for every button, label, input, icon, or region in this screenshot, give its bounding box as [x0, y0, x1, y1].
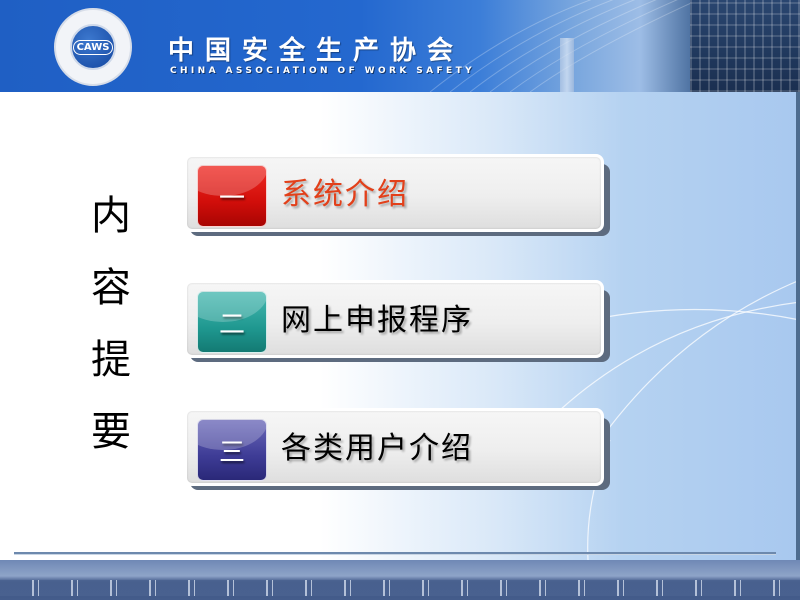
- vertical-title-char: 内: [91, 193, 131, 239]
- number-badge-3: 三: [197, 419, 267, 481]
- card: 三 各类用户介绍: [184, 408, 604, 486]
- menu-item-user-types[interactable]: 三 各类用户介绍: [184, 408, 610, 490]
- logo-emblem: CAWS: [70, 24, 116, 70]
- footer-tile-pattern: [0, 580, 800, 596]
- card: 二 网上申报程序: [184, 280, 604, 358]
- chimney-image: [560, 38, 574, 92]
- caws-logo: CAWS: [54, 8, 132, 86]
- vertical-title-char: 要: [91, 409, 131, 455]
- menu-item-label: 系统介绍: [281, 177, 409, 212]
- vertical-title-char: 容: [91, 265, 131, 311]
- footer-banner: [0, 560, 800, 600]
- org-name-cn: 中国安全生产协会: [168, 36, 465, 66]
- menu-item-online-declaration[interactable]: 二 网上申报程序: [184, 280, 610, 362]
- card: 一 系统介绍: [184, 154, 604, 232]
- menu-item-label: 各类用户介绍: [281, 431, 473, 466]
- vertical-title: 内 容 提 要: [86, 180, 136, 468]
- logo-text: CAWS: [72, 39, 114, 55]
- right-edge-strip: [796, 92, 800, 562]
- menu-item-system-intro[interactable]: 一 系统介绍: [184, 154, 610, 236]
- number-badge-2: 二: [197, 291, 267, 353]
- number-badge-1: 一: [197, 165, 267, 227]
- vertical-title-char: 提: [91, 337, 131, 383]
- org-name-en: CHINA ASSOCIATION OF WORK SAFETY: [170, 66, 476, 76]
- header-banner: CAWS 中国安全生产协会 CHINA ASSOCIATION OF WORK …: [0, 0, 800, 92]
- footer-divider: [14, 552, 776, 555]
- industrial-tower-image: [690, 0, 800, 92]
- menu-item-label: 网上申报程序: [281, 303, 473, 338]
